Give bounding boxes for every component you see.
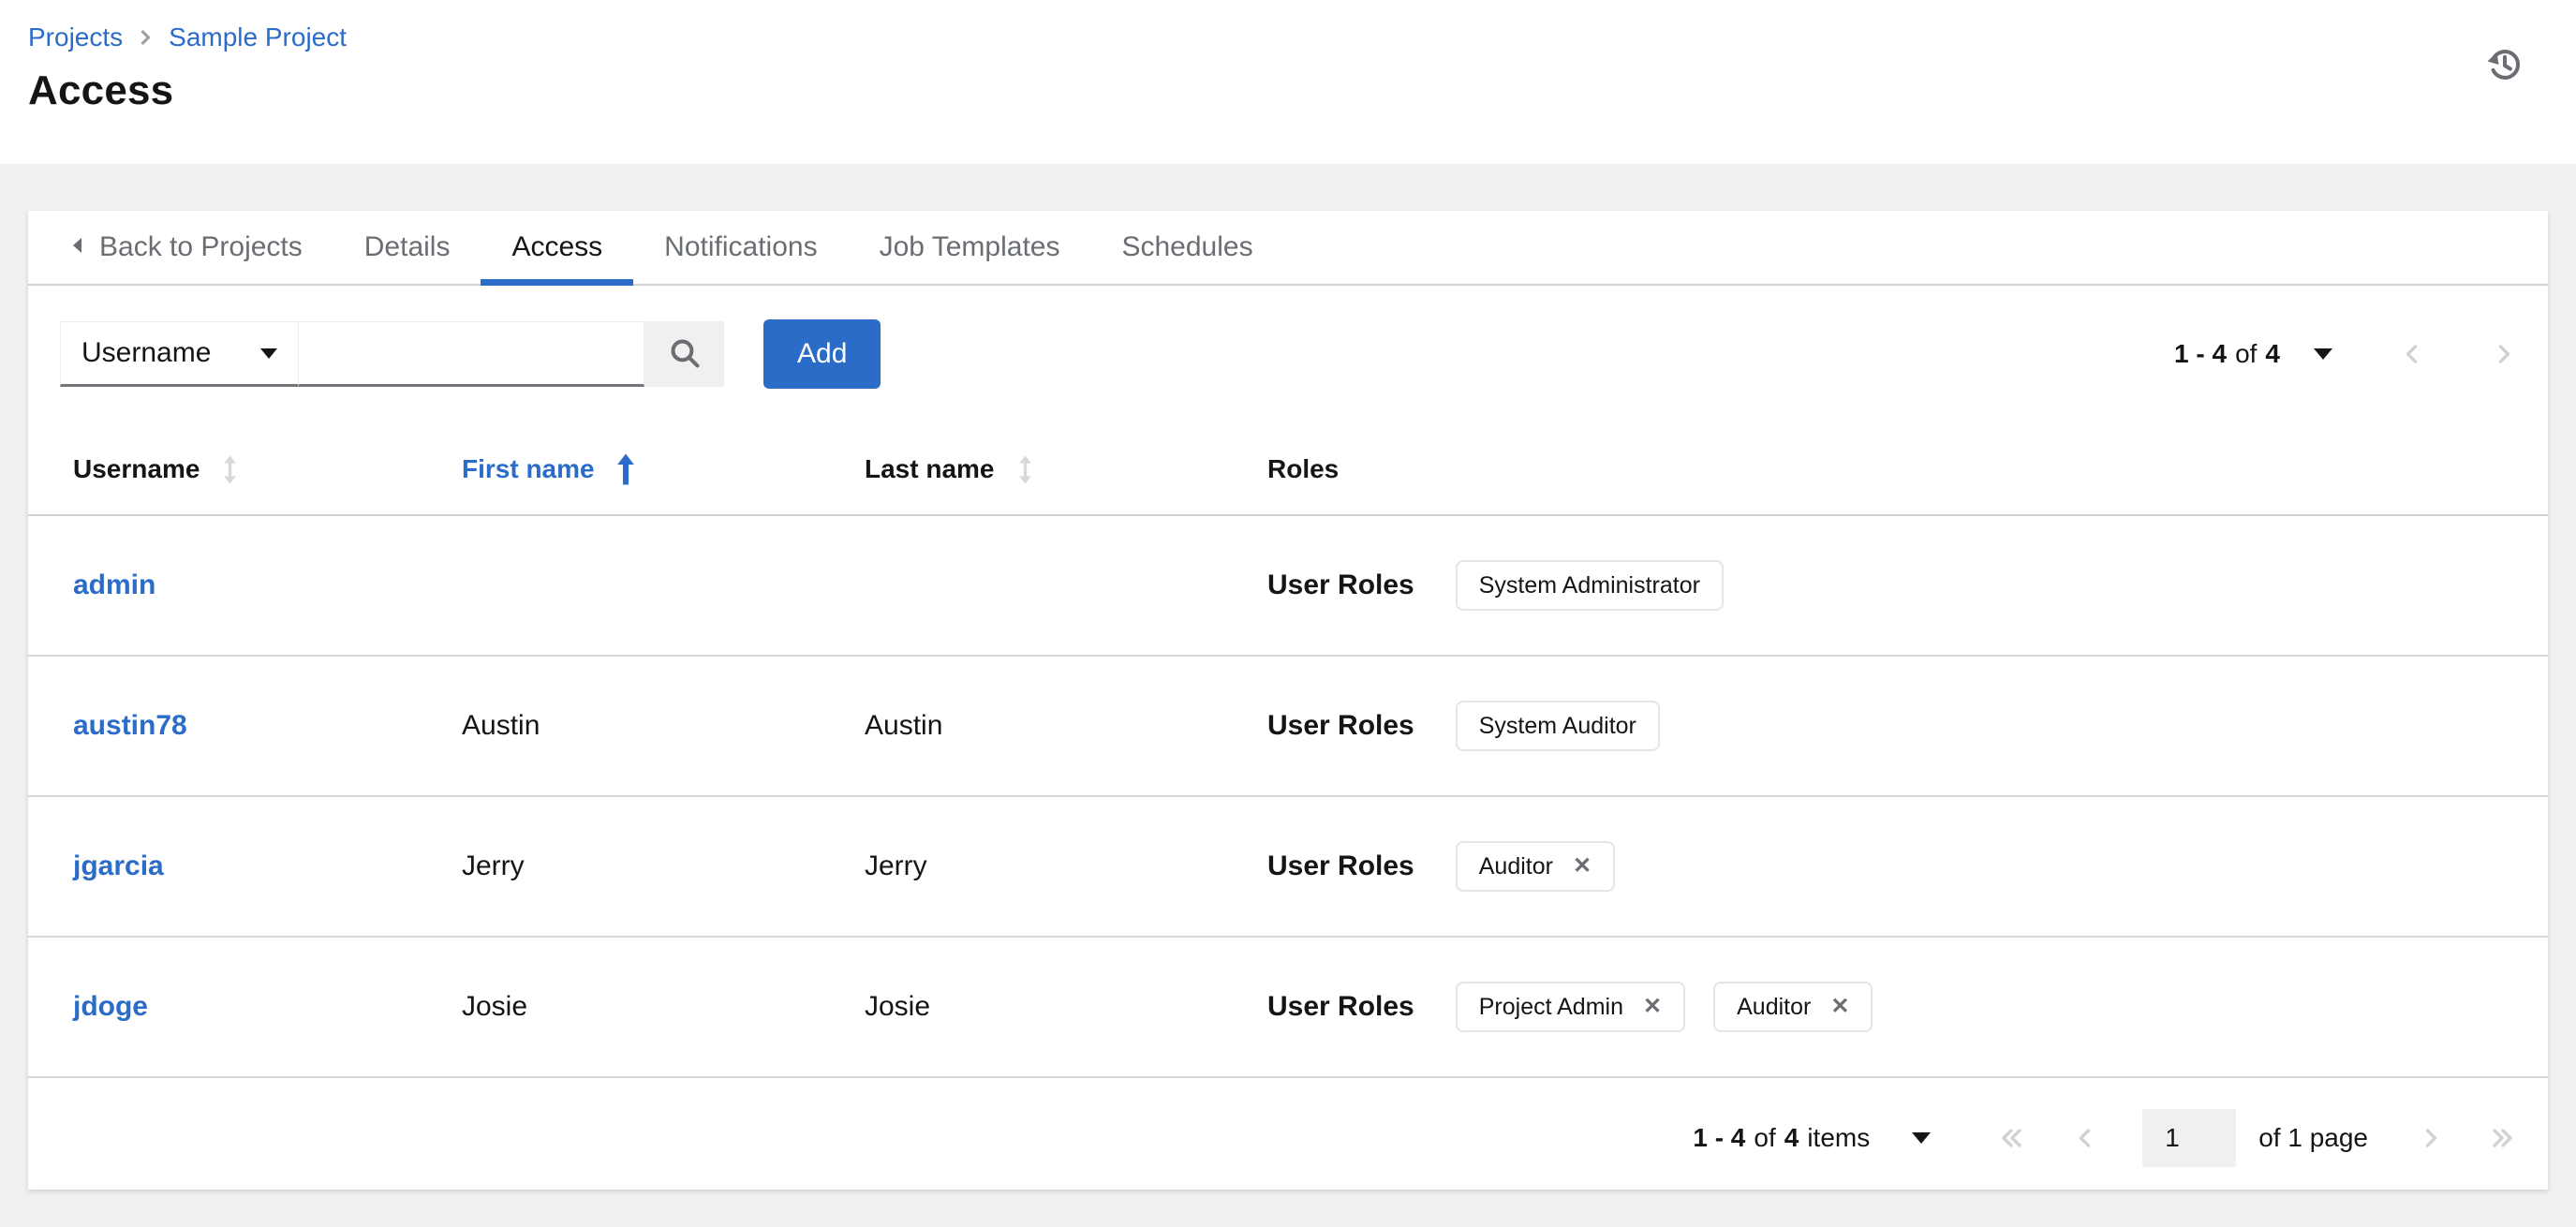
role-chip: System Auditor xyxy=(1455,701,1660,751)
tab-notifications[interactable]: Notifications xyxy=(633,211,848,284)
footer-pagination: 1 - 4 of 4 items of 1 page xyxy=(28,1087,2548,1190)
search-key-select[interactable]: Username xyxy=(60,321,299,387)
history-button[interactable] xyxy=(2485,45,2524,84)
prev-page-button[interactable] xyxy=(2073,1123,2097,1153)
table-row: admin User Roles System Administrator xyxy=(28,516,2548,657)
tab-access[interactable]: Access xyxy=(481,211,633,286)
page-count-label: of 1 page xyxy=(2258,1123,2368,1152)
search-icon xyxy=(668,336,702,373)
table-row: jgarcia Jerry Jerry User Roles Auditor ✕ xyxy=(28,797,2548,938)
history-icon xyxy=(2485,50,2524,87)
chevron-right-icon xyxy=(138,25,154,50)
search-input[interactable] xyxy=(298,321,644,387)
first-name-cell: Austin xyxy=(462,710,540,741)
search-button[interactable] xyxy=(644,321,724,387)
role-chip: Auditor ✕ xyxy=(1713,982,1873,1032)
tabs-bar: Back to Projects Details Access Notificati… xyxy=(28,211,2548,286)
chevron-down-icon xyxy=(2314,348,2332,360)
prev-page-button[interactable] xyxy=(2400,339,2424,369)
pagination-menu-toggle[interactable]: 1 - 4 of 4 xyxy=(2174,339,2332,369)
access-card: Back to Projects Details Access Notificati… xyxy=(28,211,2548,1190)
column-header-username[interactable]: Username xyxy=(73,445,462,494)
sort-arrows-icon xyxy=(220,454,240,485)
table-header-row: Username First name Last name Roles xyxy=(28,421,2548,516)
page-header: Projects Sample Project Access xyxy=(0,0,2576,164)
next-page-button[interactable] xyxy=(2492,339,2516,369)
chevron-down-icon xyxy=(260,347,277,359)
page-number-input[interactable] xyxy=(2142,1109,2237,1167)
add-button[interactable]: Add xyxy=(763,319,881,389)
breadcrumb-link-current[interactable]: Sample Project xyxy=(169,22,347,52)
column-header-first-name[interactable]: First name xyxy=(462,445,865,494)
sort-arrows-icon xyxy=(1015,454,1035,485)
sort-asc-icon xyxy=(615,452,636,486)
first-name-cell: Jerry xyxy=(462,850,525,881)
page-title: Access xyxy=(28,67,174,113)
first-name-cell: Josie xyxy=(462,991,528,1022)
user-roles-label: User Roles xyxy=(1267,991,1414,1022)
first-page-button[interactable] xyxy=(1998,1123,2026,1153)
tab-back-to-projects[interactable]: Back to Projects xyxy=(39,211,333,284)
breadcrumb-link-projects[interactable]: Projects xyxy=(28,22,123,52)
tab-schedules[interactable]: Schedules xyxy=(1090,211,1283,284)
user-roles-label: User Roles xyxy=(1267,710,1414,741)
toolbar-pagination: 1 - 4 of 4 xyxy=(2174,339,2516,369)
role-chip: Project Admin ✕ xyxy=(1455,982,1686,1032)
remove-role-icon[interactable]: ✕ xyxy=(1573,855,1591,878)
username-link[interactable]: admin xyxy=(73,569,155,600)
last-name-cell: Austin xyxy=(865,710,943,741)
remove-role-icon[interactable]: ✕ xyxy=(1643,996,1662,1018)
table-row: austin78 Austin Austin User Roles System… xyxy=(28,657,2548,797)
table-body: admin User Roles System Administrator au… xyxy=(28,516,2548,1078)
next-page-button[interactable] xyxy=(2419,1123,2443,1153)
chevron-down-icon xyxy=(1912,1132,1932,1144)
last-page-button[interactable] xyxy=(2488,1123,2516,1153)
breadcrumb: Projects Sample Project xyxy=(28,22,2524,52)
last-name-cell: Jerry xyxy=(865,850,927,881)
remove-role-icon[interactable]: ✕ xyxy=(1830,996,1849,1018)
username-link[interactable]: jdoge xyxy=(73,991,148,1022)
tabs-list: Details Access Notifications Job Templates S… xyxy=(333,211,1284,286)
tab-job-templates[interactable]: Job Templates xyxy=(849,211,1091,284)
tab-details[interactable]: Details xyxy=(333,211,481,284)
app-root: Projects Sample Project Access Back to P… xyxy=(0,0,2576,1227)
toolbar: Username Add 1 - 4 of 4 xyxy=(28,286,2548,421)
role-chip: Auditor ✕ xyxy=(1455,841,1616,892)
column-header-roles: Roles xyxy=(1267,454,1340,483)
table-row: jdoge Josie Josie User Roles Project Adm… xyxy=(28,938,2548,1078)
items-per-page-toggle[interactable]: 1 - 4 of 4 items xyxy=(1693,1123,1932,1153)
username-link[interactable]: austin78 xyxy=(73,710,187,741)
caret-left-icon xyxy=(70,231,84,263)
user-roles-label: User Roles xyxy=(1267,850,1414,881)
user-roles-label: User Roles xyxy=(1267,569,1414,600)
role-chip: System Administrator xyxy=(1455,560,1724,611)
username-link[interactable]: jgarcia xyxy=(73,850,164,881)
main-content: Back to Projects Details Access Notificati… xyxy=(0,164,2576,1227)
last-name-cell: Josie xyxy=(865,991,931,1022)
column-header-last-name[interactable]: Last name xyxy=(865,445,1267,494)
